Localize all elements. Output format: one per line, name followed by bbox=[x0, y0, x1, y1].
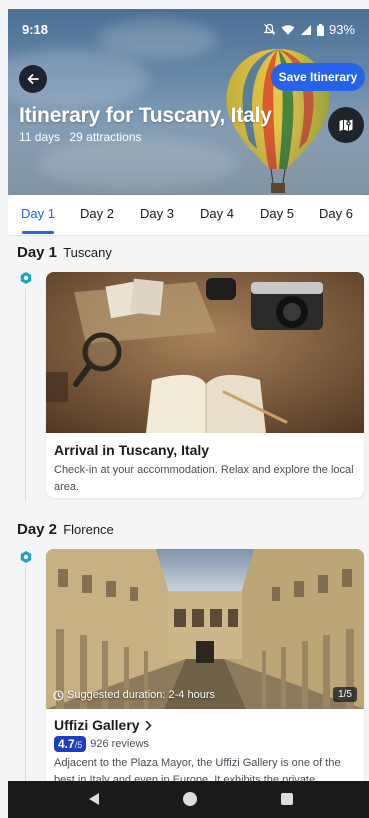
tab-day-6[interactable]: Day 6 bbox=[318, 195, 354, 235]
status-bar: 9:18 93% bbox=[8, 9, 369, 49]
chevron-right-icon bbox=[145, 720, 152, 730]
day-label: Day 1 bbox=[17, 244, 58, 261]
rating-badge: 4.7/5 bbox=[54, 736, 87, 752]
page-title: Itinerary for Tuscany, Italy bbox=[19, 104, 272, 127]
tab-day-1[interactable]: Day 1 bbox=[20, 195, 56, 235]
tab-day-2[interactable]: Day 2 bbox=[79, 195, 115, 235]
suggested-duration: Suggested duration: 2-4 hours bbox=[53, 689, 215, 701]
timeline-line bbox=[25, 568, 26, 781]
attraction-card[interactable]: Suggested duration: 2-4 hours 1/5 Uffizi… bbox=[46, 549, 364, 789]
rating-row: 4.7/5 926 reviews bbox=[54, 736, 356, 752]
clock-icon bbox=[53, 689, 64, 701]
rating-value: 4.7 bbox=[58, 737, 75, 751]
wifi-icon bbox=[281, 24, 295, 35]
trip-summary: 11 days 29 attractions bbox=[19, 130, 148, 144]
battery-icon bbox=[316, 23, 324, 36]
nav-recents-icon[interactable] bbox=[281, 793, 293, 805]
arrow-left-icon bbox=[27, 74, 39, 84]
duration-text: Suggested duration: 2-4 hours bbox=[67, 689, 215, 701]
signal-icon bbox=[300, 24, 311, 35]
image-counter: 1/5 bbox=[333, 687, 357, 702]
system-navigation-bar bbox=[8, 781, 369, 818]
day-place: Tuscany bbox=[63, 245, 112, 260]
hero-header: 9:18 93% Save Itinerary Itinerary for Tu… bbox=[8, 9, 369, 195]
tab-day-3[interactable]: Day 3 bbox=[139, 195, 175, 235]
activity-description: Check-in at your accommodation. Relax an… bbox=[54, 464, 354, 493]
tab-day-4[interactable]: Day 4 bbox=[199, 195, 235, 235]
timeline-marker-icon bbox=[20, 551, 32, 563]
tab-day-5[interactable]: Day 5 bbox=[259, 195, 295, 235]
nav-back-icon[interactable] bbox=[89, 793, 99, 805]
map-icon bbox=[339, 119, 353, 131]
day-tabs: Day 1 Day 2 Day 3 Day 4 Day 5 Day 6 bbox=[8, 195, 369, 236]
attraction-title[interactable]: Uffizi Gallery bbox=[54, 717, 356, 733]
uffizi-gallery-image: Suggested duration: 2-4 hours 1/5 bbox=[46, 549, 364, 709]
days-count: 11 days bbox=[19, 130, 61, 144]
attraction-name: Uffizi Gallery bbox=[54, 717, 140, 733]
travel-desk-image bbox=[46, 272, 364, 433]
nav-home-icon[interactable] bbox=[183, 792, 197, 806]
save-itinerary-button[interactable]: Save Itinerary bbox=[271, 63, 365, 91]
status-time: 9:18 bbox=[22, 22, 49, 37]
day-place: Florence bbox=[63, 522, 114, 537]
activity-card[interactable]: Arrival in Tuscany, Italy Check-in at yo… bbox=[46, 272, 364, 498]
timeline-marker-icon bbox=[20, 272, 32, 284]
review-count: 926 reviews bbox=[90, 738, 149, 750]
back-button[interactable] bbox=[19, 65, 47, 93]
day-label: Day 2 bbox=[17, 521, 58, 538]
day-1-heading: Day 1 Tuscany bbox=[17, 244, 112, 261]
itinerary-screen: 9:18 93% Save Itinerary Itinerary for Tu… bbox=[8, 9, 369, 818]
map-button[interactable] bbox=[328, 107, 364, 143]
activity-title: Arrival in Tuscany, Italy bbox=[54, 442, 210, 458]
rating-max: /5 bbox=[74, 740, 83, 750]
timeline-line bbox=[25, 289, 26, 501]
day-2-heading: Day 2 Florence bbox=[17, 521, 114, 538]
battery-level: 93% bbox=[328, 22, 355, 37]
mute-icon bbox=[263, 23, 276, 35]
attractions-count: 29 attractions bbox=[69, 130, 142, 144]
